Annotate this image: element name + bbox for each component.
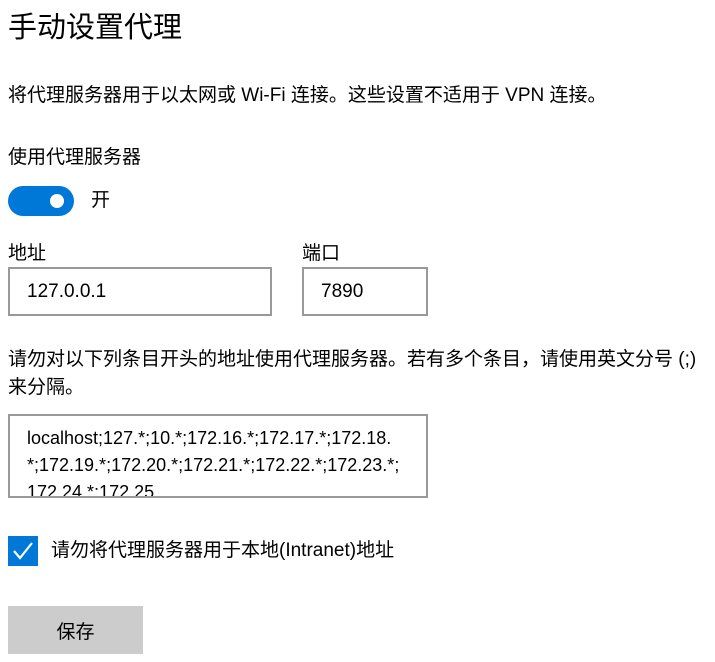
address-label: 地址 — [8, 243, 47, 264]
exceptions-text: localhost;127.*;10.*;172.16.*;172.17.*;1… — [27, 428, 400, 498]
use-proxy-toggle[interactable] — [8, 186, 74, 216]
save-button[interactable]: 保存 — [8, 606, 143, 654]
checkmark-icon — [13, 542, 33, 560]
page-title: 手动设置代理 — [8, 12, 183, 44]
local-bypass-label: 请勿将代理服务器用于本地(Intranet)地址 — [51, 540, 395, 561]
local-bypass-checkbox[interactable] — [8, 536, 38, 566]
proxy-description: 将代理服务器用于以太网或 Wi-Fi 连接。这些设置不适用于 VPN 连接。 — [8, 85, 607, 106]
exceptions-input[interactable]: localhost;127.*;10.*;172.16.*;172.17.*;1… — [8, 414, 428, 498]
use-proxy-label: 使用代理服务器 — [8, 147, 142, 168]
address-input[interactable] — [8, 267, 272, 316]
port-label: 端口 — [302, 243, 341, 264]
toggle-state-label: 开 — [91, 190, 111, 211]
port-input[interactable] — [302, 267, 428, 316]
toggle-knob — [50, 194, 64, 208]
exceptions-note: 请勿对以下列条目开头的地址使用代理服务器。若有多个条目，请使用英文分号 (;) … — [8, 349, 697, 398]
